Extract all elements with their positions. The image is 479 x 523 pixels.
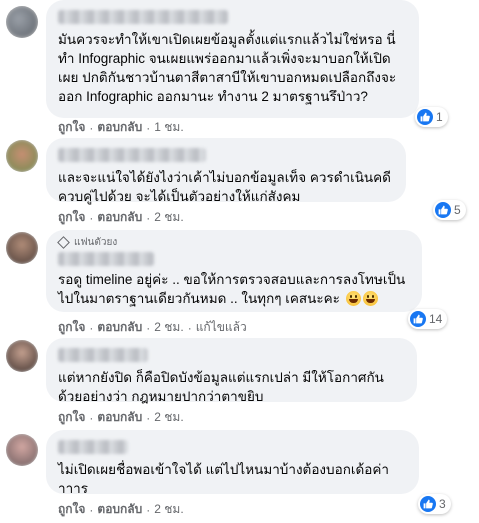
- grinning-emoji-icon: [345, 291, 361, 306]
- author-name[interactable]: [58, 252, 154, 266]
- like-button[interactable]: ถูกใจ: [58, 118, 85, 137]
- reaction-count-badge[interactable]: 14: [408, 309, 448, 329]
- edited-label[interactable]: แก้ไขแล้ว: [196, 318, 247, 337]
- comment-actions: ถูกใจ · ตอบกลับ · 2 ชม. · แก้ไขแล้ว: [58, 318, 247, 337]
- comment-bubble: และจะแน่ใจได้ยังไงว่าเค้าไม่บอกข้อมูลเท็…: [46, 138, 406, 204]
- reply-button[interactable]: ตอบกลับ: [97, 118, 142, 137]
- timestamp[interactable]: 2 ชม.: [154, 500, 183, 519]
- reply-button[interactable]: ตอบกลับ: [97, 318, 142, 337]
- like-button[interactable]: ถูกใจ: [58, 500, 85, 519]
- separator-dot: ·: [89, 410, 94, 425]
- reaction-count-badge[interactable]: 1: [415, 107, 448, 127]
- separator-dot: ·: [187, 320, 192, 335]
- avatar[interactable]: [6, 434, 38, 466]
- reaction-count: 3: [439, 497, 446, 511]
- avatar[interactable]: [6, 340, 38, 372]
- avatar[interactable]: [6, 140, 38, 172]
- comment-text: และจะแน่ใจได้ยังไงว่าเค้าไม่บอกข้อมูลเท็…: [58, 170, 391, 204]
- author-name[interactable]: [58, 10, 228, 24]
- comment-bubble: แต่หากยังปิด ก็คือปิดบังข้อมูลแต่แรกเปล่…: [46, 338, 417, 404]
- comment-bubble: แฟนตัวยง รอดู timeline อยู่ค่ะ .. ขอให้ก…: [46, 230, 422, 312]
- separator-dot: ·: [89, 320, 94, 335]
- comment-bubble: มันควรจะทำให้เขาเปิดเผยข้อมูลตั้งแต่แรกแ…: [46, 0, 419, 118]
- timestamp[interactable]: 2 ชม.: [154, 408, 183, 427]
- separator-dot: ·: [146, 210, 151, 225]
- separator-dot: ·: [146, 502, 151, 517]
- comment-text: รอดู timeline อยู่ค่ะ .. ขอให้การตรวจสอบ…: [58, 270, 410, 308]
- comment-actions: ถูกใจ · ตอบกลับ · 2 ชม.: [58, 208, 184, 227]
- reaction-count: 14: [429, 312, 443, 326]
- separator-dot: ·: [89, 210, 94, 225]
- separator-dot: ·: [89, 502, 94, 517]
- comment-actions: ถูกใจ · ตอบกลับ · 2 ชม.: [58, 500, 184, 519]
- author-name[interactable]: [58, 440, 128, 454]
- like-button[interactable]: ถูกใจ: [58, 318, 85, 337]
- separator-dot: ·: [146, 120, 151, 135]
- like-button[interactable]: ถูกใจ: [58, 208, 85, 227]
- comment-text: ไม่เปิดเผยชื่อพอเข้าใจได้ แต่ไปไหนมาบ้าง…: [58, 462, 389, 496]
- author-name[interactable]: [58, 348, 148, 362]
- badge-label: แฟนตัวยง: [74, 237, 118, 248]
- timestamp[interactable]: 2 ชม.: [154, 318, 183, 337]
- timestamp[interactable]: 1 ชม.: [154, 118, 183, 137]
- comment-text: มันควรจะทำให้เขาเปิดเผยข้อมูลตั้งแต่แรกแ…: [58, 32, 397, 104]
- top-fan-badge: แฟนตัวยง: [57, 235, 410, 250]
- comment-bubble: ไม่เปิดเผยชื่อพอเข้าใจได้ แต่ไปไหนมาบ้าง…: [46, 430, 419, 496]
- reaction-count: 1: [436, 110, 443, 124]
- like-button[interactable]: ถูกใจ: [58, 408, 85, 427]
- like-icon: [417, 109, 433, 125]
- reply-button[interactable]: ตอบกลับ: [97, 208, 142, 227]
- separator-dot: ·: [146, 320, 151, 335]
- separator-dot: ·: [146, 410, 151, 425]
- reaction-count-badge[interactable]: 3: [418, 494, 451, 514]
- author-name[interactable]: [58, 148, 206, 162]
- timestamp[interactable]: 2 ชม.: [154, 208, 183, 227]
- avatar[interactable]: [6, 6, 38, 38]
- reply-button[interactable]: ตอบกลับ: [97, 500, 142, 519]
- like-icon: [435, 202, 451, 218]
- comment-actions: ถูกใจ · ตอบกลับ · 1 ชม.: [58, 118, 184, 137]
- avatar[interactable]: [6, 232, 38, 264]
- reaction-count: 5: [454, 203, 461, 217]
- grinning-emoji-icon: [362, 291, 378, 306]
- like-icon: [420, 496, 436, 512]
- reply-button[interactable]: ตอบกลับ: [97, 408, 142, 427]
- diamond-icon: [57, 236, 70, 249]
- comment-actions: ถูกใจ · ตอบกลับ · 2 ชม.: [58, 408, 184, 427]
- comment-text: แต่หากยังปิด ก็คือปิดบังข้อมูลแต่แรกเปล่…: [58, 370, 384, 404]
- like-icon: [410, 311, 426, 327]
- separator-dot: ·: [89, 120, 94, 135]
- reaction-count-badge[interactable]: 5: [433, 200, 466, 220]
